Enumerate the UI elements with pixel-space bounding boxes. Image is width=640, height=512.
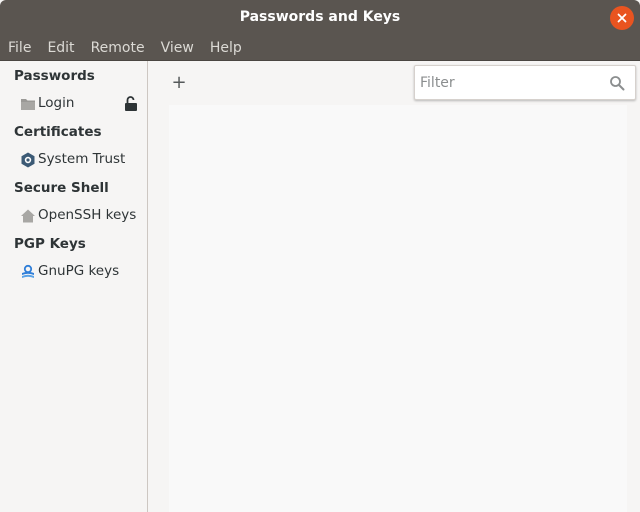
sidebar-item-label: Login bbox=[38, 95, 75, 111]
sidebar-item-gnupg-keys[interactable]: GnuPG keys bbox=[0, 260, 147, 284]
menu-bar: File Edit Remote View Help bbox=[0, 36, 640, 61]
group-header-passwords: Passwords bbox=[14, 68, 95, 84]
menu-edit[interactable]: Edit bbox=[47, 40, 74, 56]
sidebar: Passwords Login Certificates System Trus… bbox=[0, 61, 148, 512]
search-icon[interactable] bbox=[609, 75, 625, 91]
menu-file[interactable]: File bbox=[8, 40, 31, 56]
group-header-certificates: Certificates bbox=[14, 124, 102, 140]
sidebar-item-login[interactable]: Login bbox=[0, 92, 147, 116]
window-title: Passwords and Keys bbox=[239, 9, 401, 25]
filter-field[interactable] bbox=[414, 65, 636, 100]
group-header-secure-shell: Secure Shell bbox=[14, 180, 109, 196]
key-icon bbox=[22, 264, 34, 278]
main-panel: + bbox=[149, 61, 640, 512]
folder-icon bbox=[21, 99, 35, 110]
sidebar-item-openssh-keys[interactable]: OpenSSH keys bbox=[0, 204, 147, 228]
title-bar: Passwords and Keys bbox=[0, 0, 640, 36]
home-icon bbox=[21, 209, 35, 223]
close-button[interactable] bbox=[610, 6, 634, 30]
add-icon: + bbox=[171, 72, 187, 93]
sidebar-item-system-trust[interactable]: System Trust bbox=[0, 148, 147, 172]
sidebar-item-label: OpenSSH keys bbox=[38, 207, 137, 223]
sidebar-item-label: System Trust bbox=[38, 151, 126, 167]
unlock-icon[interactable] bbox=[124, 95, 138, 112]
group-header-pgp-keys: PGP Keys bbox=[14, 236, 86, 252]
sidebar-item-label: GnuPG keys bbox=[38, 263, 120, 279]
menu-remote[interactable]: Remote bbox=[91, 40, 145, 56]
keys-list[interactable] bbox=[169, 105, 627, 512]
gear-icon bbox=[21, 152, 35, 168]
add-button[interactable]: + bbox=[169, 73, 189, 93]
menu-view[interactable]: View bbox=[161, 40, 194, 56]
menu-help[interactable]: Help bbox=[210, 40, 242, 56]
close-icon bbox=[617, 13, 627, 23]
filter-input[interactable] bbox=[415, 66, 605, 99]
